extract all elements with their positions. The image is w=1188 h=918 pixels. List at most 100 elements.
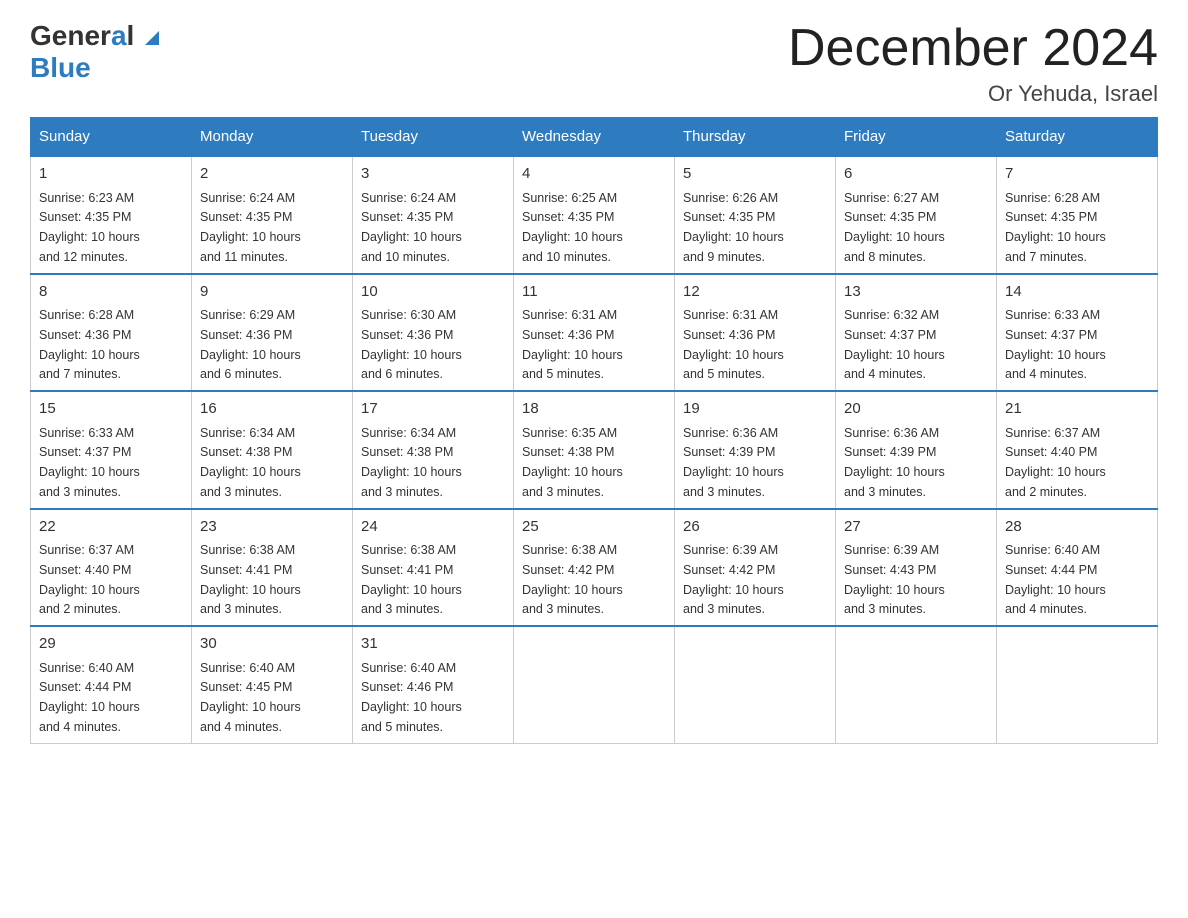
day-info: Sunrise: 6:37 AMSunset: 4:40 PMDaylight:… (39, 543, 140, 616)
calendar-table: SundayMondayTuesdayWednesdayThursdayFrid… (30, 117, 1158, 744)
day-number: 14 (1005, 281, 1149, 304)
page-header: General Blue December 2024 Or Yehuda, Is… (30, 20, 1158, 107)
day-number: 29 (39, 633, 183, 656)
day-of-week-header: Saturday (997, 118, 1158, 157)
day-number: 22 (39, 516, 183, 539)
day-number: 2 (200, 163, 344, 186)
day-info: Sunrise: 6:39 AMSunset: 4:43 PMDaylight:… (844, 543, 945, 616)
day-number: 28 (1005, 516, 1149, 539)
calendar-cell: 11 Sunrise: 6:31 AMSunset: 4:36 PMDaylig… (514, 274, 675, 392)
calendar-cell: 1 Sunrise: 6:23 AMSunset: 4:35 PMDayligh… (31, 156, 192, 274)
day-number: 18 (522, 398, 666, 421)
calendar-week-row: 22 Sunrise: 6:37 AMSunset: 4:40 PMDaylig… (31, 509, 1158, 627)
day-info: Sunrise: 6:40 AMSunset: 4:44 PMDaylight:… (1005, 543, 1106, 616)
day-info: Sunrise: 6:38 AMSunset: 4:41 PMDaylight:… (361, 543, 462, 616)
calendar-cell: 15 Sunrise: 6:33 AMSunset: 4:37 PMDaylig… (31, 391, 192, 509)
day-number: 17 (361, 398, 505, 421)
calendar-cell-empty (675, 626, 836, 743)
calendar-cell: 9 Sunrise: 6:29 AMSunset: 4:36 PMDayligh… (192, 274, 353, 392)
calendar-week-row: 8 Sunrise: 6:28 AMSunset: 4:36 PMDayligh… (31, 274, 1158, 392)
day-info: Sunrise: 6:31 AMSunset: 4:36 PMDaylight:… (683, 308, 784, 381)
day-number: 10 (361, 281, 505, 304)
calendar-week-row: 1 Sunrise: 6:23 AMSunset: 4:35 PMDayligh… (31, 156, 1158, 274)
day-number: 7 (1005, 163, 1149, 186)
location-subtitle: Or Yehuda, Israel (788, 81, 1158, 107)
day-number: 24 (361, 516, 505, 539)
calendar-cell: 6 Sunrise: 6:27 AMSunset: 4:35 PMDayligh… (836, 156, 997, 274)
calendar-cell: 14 Sunrise: 6:33 AMSunset: 4:37 PMDaylig… (997, 274, 1158, 392)
day-info: Sunrise: 6:40 AMSunset: 4:44 PMDaylight:… (39, 661, 140, 734)
day-info: Sunrise: 6:35 AMSunset: 4:38 PMDaylight:… (522, 426, 623, 499)
day-number: 13 (844, 281, 988, 304)
day-of-week-header: Wednesday (514, 118, 675, 157)
day-info: Sunrise: 6:29 AMSunset: 4:36 PMDaylight:… (200, 308, 301, 381)
day-number: 23 (200, 516, 344, 539)
calendar-cell: 23 Sunrise: 6:38 AMSunset: 4:41 PMDaylig… (192, 509, 353, 627)
logo: General Blue (30, 20, 161, 84)
day-number: 6 (844, 163, 988, 186)
day-number: 30 (200, 633, 344, 656)
calendar-cell: 13 Sunrise: 6:32 AMSunset: 4:37 PMDaylig… (836, 274, 997, 392)
calendar-cell: 8 Sunrise: 6:28 AMSunset: 4:36 PMDayligh… (31, 274, 192, 392)
day-number: 21 (1005, 398, 1149, 421)
day-info: Sunrise: 6:23 AMSunset: 4:35 PMDaylight:… (39, 191, 140, 264)
calendar-cell: 27 Sunrise: 6:39 AMSunset: 4:43 PMDaylig… (836, 509, 997, 627)
day-number: 31 (361, 633, 505, 656)
day-info: Sunrise: 6:28 AMSunset: 4:35 PMDaylight:… (1005, 191, 1106, 264)
calendar-cell: 18 Sunrise: 6:35 AMSunset: 4:38 PMDaylig… (514, 391, 675, 509)
day-number: 8 (39, 281, 183, 304)
day-number: 5 (683, 163, 827, 186)
day-of-week-header: Tuesday (353, 118, 514, 157)
day-info: Sunrise: 6:33 AMSunset: 4:37 PMDaylight:… (39, 426, 140, 499)
calendar-header-row: SundayMondayTuesdayWednesdayThursdayFrid… (31, 118, 1158, 157)
title-block: December 2024 Or Yehuda, Israel (788, 20, 1158, 107)
day-info: Sunrise: 6:38 AMSunset: 4:41 PMDaylight:… (200, 543, 301, 616)
day-info: Sunrise: 6:24 AMSunset: 4:35 PMDaylight:… (200, 191, 301, 264)
calendar-cell: 17 Sunrise: 6:34 AMSunset: 4:38 PMDaylig… (353, 391, 514, 509)
day-number: 3 (361, 163, 505, 186)
day-of-week-header: Monday (192, 118, 353, 157)
calendar-cell-empty (836, 626, 997, 743)
calendar-cell-empty (997, 626, 1158, 743)
calendar-cell: 12 Sunrise: 6:31 AMSunset: 4:36 PMDaylig… (675, 274, 836, 392)
day-number: 1 (39, 163, 183, 186)
calendar-cell: 28 Sunrise: 6:40 AMSunset: 4:44 PMDaylig… (997, 509, 1158, 627)
day-info: Sunrise: 6:27 AMSunset: 4:35 PMDaylight:… (844, 191, 945, 264)
day-of-week-header: Thursday (675, 118, 836, 157)
calendar-cell: 21 Sunrise: 6:37 AMSunset: 4:40 PMDaylig… (997, 391, 1158, 509)
calendar-cell: 5 Sunrise: 6:26 AMSunset: 4:35 PMDayligh… (675, 156, 836, 274)
calendar-cell: 19 Sunrise: 6:36 AMSunset: 4:39 PMDaylig… (675, 391, 836, 509)
day-info: Sunrise: 6:28 AMSunset: 4:36 PMDaylight:… (39, 308, 140, 381)
day-info: Sunrise: 6:38 AMSunset: 4:42 PMDaylight:… (522, 543, 623, 616)
day-number: 12 (683, 281, 827, 304)
day-number: 15 (39, 398, 183, 421)
day-info: Sunrise: 6:32 AMSunset: 4:37 PMDaylight:… (844, 308, 945, 381)
calendar-cell: 22 Sunrise: 6:37 AMSunset: 4:40 PMDaylig… (31, 509, 192, 627)
calendar-cell: 20 Sunrise: 6:36 AMSunset: 4:39 PMDaylig… (836, 391, 997, 509)
day-info: Sunrise: 6:26 AMSunset: 4:35 PMDaylight:… (683, 191, 784, 264)
calendar-cell: 29 Sunrise: 6:40 AMSunset: 4:44 PMDaylig… (31, 626, 192, 743)
calendar-week-row: 15 Sunrise: 6:33 AMSunset: 4:37 PMDaylig… (31, 391, 1158, 509)
day-number: 19 (683, 398, 827, 421)
day-info: Sunrise: 6:30 AMSunset: 4:36 PMDaylight:… (361, 308, 462, 381)
calendar-week-row: 29 Sunrise: 6:40 AMSunset: 4:44 PMDaylig… (31, 626, 1158, 743)
calendar-cell-empty (514, 626, 675, 743)
day-info: Sunrise: 6:33 AMSunset: 4:37 PMDaylight:… (1005, 308, 1106, 381)
calendar-cell: 24 Sunrise: 6:38 AMSunset: 4:41 PMDaylig… (353, 509, 514, 627)
day-info: Sunrise: 6:25 AMSunset: 4:35 PMDaylight:… (522, 191, 623, 264)
day-number: 20 (844, 398, 988, 421)
calendar-cell: 31 Sunrise: 6:40 AMSunset: 4:46 PMDaylig… (353, 626, 514, 743)
calendar-cell: 26 Sunrise: 6:39 AMSunset: 4:42 PMDaylig… (675, 509, 836, 627)
month-title: December 2024 (788, 20, 1158, 77)
day-number: 26 (683, 516, 827, 539)
day-info: Sunrise: 6:39 AMSunset: 4:42 PMDaylight:… (683, 543, 784, 616)
calendar-cell: 2 Sunrise: 6:24 AMSunset: 4:35 PMDayligh… (192, 156, 353, 274)
day-info: Sunrise: 6:31 AMSunset: 4:36 PMDaylight:… (522, 308, 623, 381)
logo-triangle-icon (143, 29, 161, 47)
day-number: 27 (844, 516, 988, 539)
day-info: Sunrise: 6:37 AMSunset: 4:40 PMDaylight:… (1005, 426, 1106, 499)
day-info: Sunrise: 6:36 AMSunset: 4:39 PMDaylight:… (844, 426, 945, 499)
day-of-week-header: Friday (836, 118, 997, 157)
day-info: Sunrise: 6:34 AMSunset: 4:38 PMDaylight:… (361, 426, 462, 499)
calendar-cell: 16 Sunrise: 6:34 AMSunset: 4:38 PMDaylig… (192, 391, 353, 509)
